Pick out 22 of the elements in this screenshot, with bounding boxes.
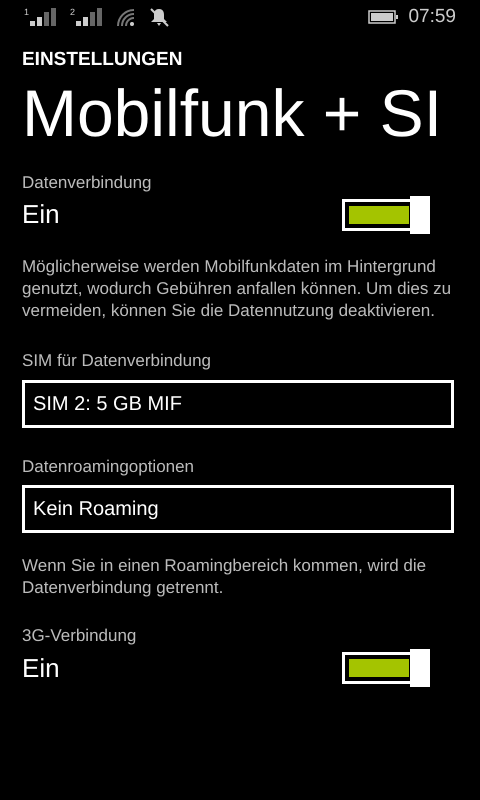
wifi-icon	[116, 8, 136, 26]
section-title: EINSTELLUNGEN	[22, 48, 184, 72]
signal-icon	[76, 8, 104, 26]
sim-number: 2	[70, 8, 76, 17]
setting-value: Ein	[22, 652, 60, 685]
description-text: Möglicherweise werden Mobilfunkdaten im Hintergrund genutzt, wodurch Gebühren anfallen können. Um dies zu vermeiden, können Sie die Datennutzung deaktivieren.	[22, 256, 452, 322]
sim-number: 1	[24, 8, 30, 17]
setting-label: Datenroamingoptionen	[22, 456, 196, 478]
clock-time: 07:59	[408, 4, 456, 29]
dropdown-field[interactable]: Kein Roaming	[22, 485, 454, 534]
dropdown-field[interactable]: SIM 2: 5 GB MIF	[22, 380, 454, 428]
setting-label: Datenverbindung	[22, 172, 152, 194]
toggle-switch[interactable]	[342, 196, 432, 234]
battery-icon	[368, 10, 398, 24]
setting-value: Ein	[22, 198, 60, 232]
setting-label: SIM für Datenverbindung	[22, 350, 212, 372]
page-title: Mobilfunk + SI	[22, 80, 444, 146]
description-text: Wenn Sie in einen Roamingbereich kommen, wird die Datenverbindung getrennt.	[22, 555, 428, 600]
setting-label: 3G-Verbindung	[22, 625, 138, 648]
toggle-switch[interactable]	[342, 649, 432, 688]
signal-icon	[30, 8, 58, 26]
muted-bell-icon	[148, 7, 170, 27]
